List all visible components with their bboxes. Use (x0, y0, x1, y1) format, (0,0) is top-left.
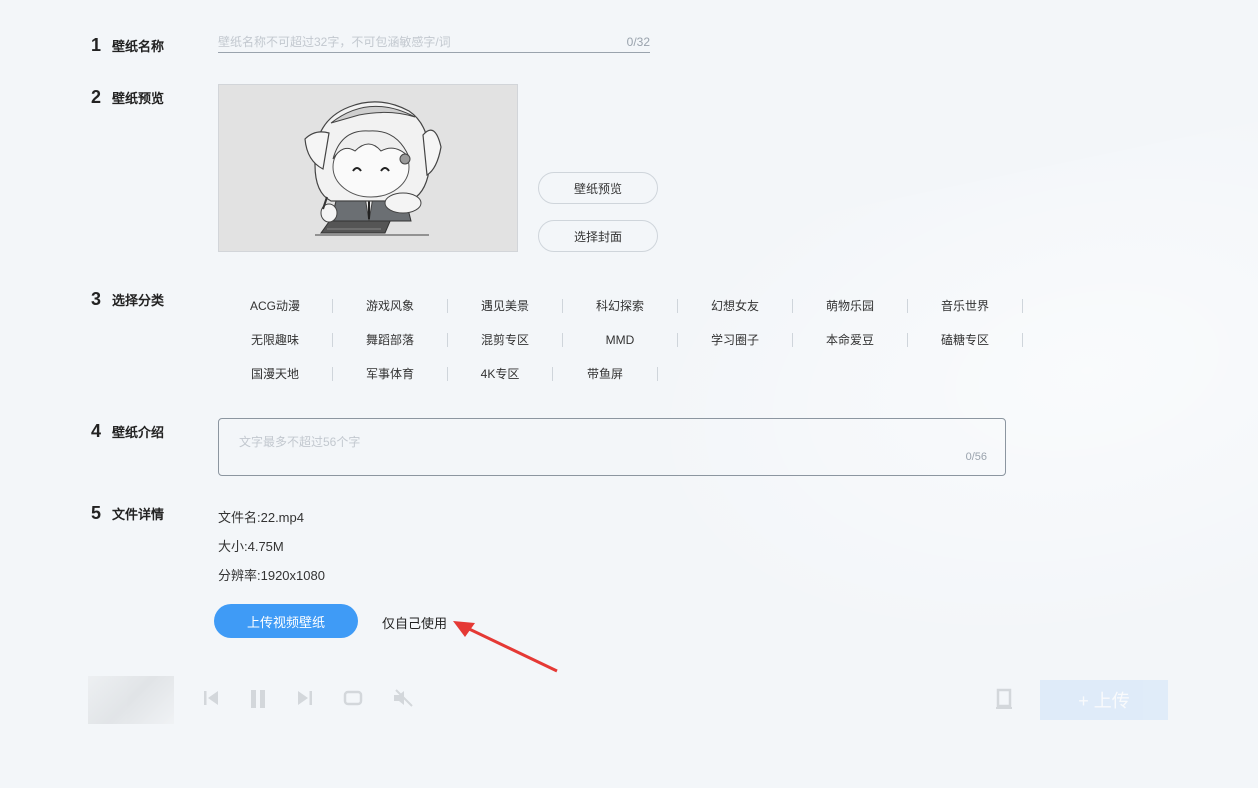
category-item[interactable]: 萌物乐园 (793, 299, 908, 313)
step-label: 壁纸名称 (112, 39, 165, 54)
step-1-wallpaper-name: 1 壁纸名称 (91, 35, 164, 56)
category-item[interactable]: ACG动漫 (218, 299, 333, 313)
file-size: 大小:4.75M (218, 539, 284, 554)
category-item[interactable]: MMD (563, 333, 678, 347)
preview-wallpaper-button[interactable]: 壁纸预览 (538, 172, 658, 204)
category-list: ACG动漫 游戏风象 遇见美景 科幻探索 幻想女友 萌物乐园 音乐世界 无限趣味… (218, 289, 1038, 391)
category-item[interactable]: 学习圈子 (678, 333, 793, 347)
step-label: 壁纸预览 (112, 91, 165, 106)
wallpaper-intro-textarea[interactable] (237, 431, 941, 465)
self-use-only-option[interactable]: 仅自己使用 (382, 613, 447, 632)
category-item[interactable]: 科幻探索 (563, 299, 678, 313)
select-cover-button[interactable]: 选择封面 (538, 220, 658, 252)
upload-video-wallpaper-button[interactable]: 上传视频壁纸 (214, 604, 358, 638)
category-item[interactable]: 遇见美景 (448, 299, 563, 313)
wallpaper-preview-image (218, 84, 518, 252)
category-item[interactable]: 游戏风象 (333, 299, 448, 313)
step-label: 壁纸介绍 (112, 425, 165, 440)
file-name: 文件名:22.mp4 (218, 510, 304, 525)
step-number: 2 (91, 87, 102, 107)
category-item[interactable]: 幻想女友 (678, 299, 793, 313)
category-item[interactable]: 本命爱豆 (793, 333, 908, 347)
category-item[interactable]: 舞蹈部落 (333, 333, 448, 347)
step-number: 1 (91, 35, 102, 55)
file-resolution: 分辨率:1920x1080 (218, 568, 325, 583)
step-number: 5 (91, 503, 102, 523)
category-item[interactable]: 军事体育 (333, 367, 448, 381)
step-label: 选择分类 (112, 293, 165, 308)
category-item[interactable]: 无限趣味 (218, 333, 333, 347)
step-2-wallpaper-preview: 2 壁纸预览 (91, 87, 164, 108)
step-3-select-category: 3 选择分类 (91, 289, 164, 310)
player-upload-button[interactable]: + 上传 (1040, 680, 1168, 720)
red-arrow-annotation (453, 621, 558, 673)
category-row: 国漫天地 军事体育 4K专区 带鱼屏 (218, 357, 1038, 391)
category-item[interactable]: 4K专区 (448, 367, 553, 381)
step-number: 3 (91, 289, 102, 309)
step-number: 4 (91, 421, 102, 441)
step-5-file-details: 5 文件详情 (91, 503, 164, 524)
intro-char-counter: 0/56 (965, 451, 987, 463)
step-4-wallpaper-intro: 4 壁纸介绍 (91, 421, 164, 442)
loop-icon[interactable] (342, 688, 364, 708)
category-item[interactable]: 音乐世界 (908, 299, 1023, 313)
player-thumbnail (88, 676, 174, 724)
mute-icon[interactable] (392, 688, 414, 708)
category-item[interactable]: 国漫天地 (218, 367, 333, 381)
chibi-character-illustration (304, 101, 442, 236)
name-char-counter: 0/32 (626, 35, 650, 49)
category-item[interactable]: 磕糖专区 (908, 333, 1023, 347)
wallpaper-intro-field: 0/56 (218, 418, 1006, 476)
category-item[interactable]: 带鱼屏 (553, 367, 658, 381)
player-bar: + 上传 (0, 672, 1258, 727)
wallpaper-name-field: 0/32 (218, 32, 650, 53)
category-row: 无限趣味 舞蹈部落 混剪专区 MMD 学习圈子 本命爱豆 磕糖专区 (218, 323, 1038, 357)
next-icon[interactable] (296, 688, 314, 708)
category-row: ACG动漫 游戏风象 遇见美景 科幻探索 幻想女友 萌物乐园 音乐世界 (218, 289, 1038, 323)
wallpaper-name-input[interactable] (218, 35, 619, 49)
category-item[interactable]: 混剪专区 (448, 333, 563, 347)
pause-icon[interactable] (248, 688, 268, 710)
bookmark-icon[interactable] (994, 688, 1014, 710)
previous-icon[interactable] (202, 688, 220, 708)
step-label: 文件详情 (112, 507, 165, 522)
